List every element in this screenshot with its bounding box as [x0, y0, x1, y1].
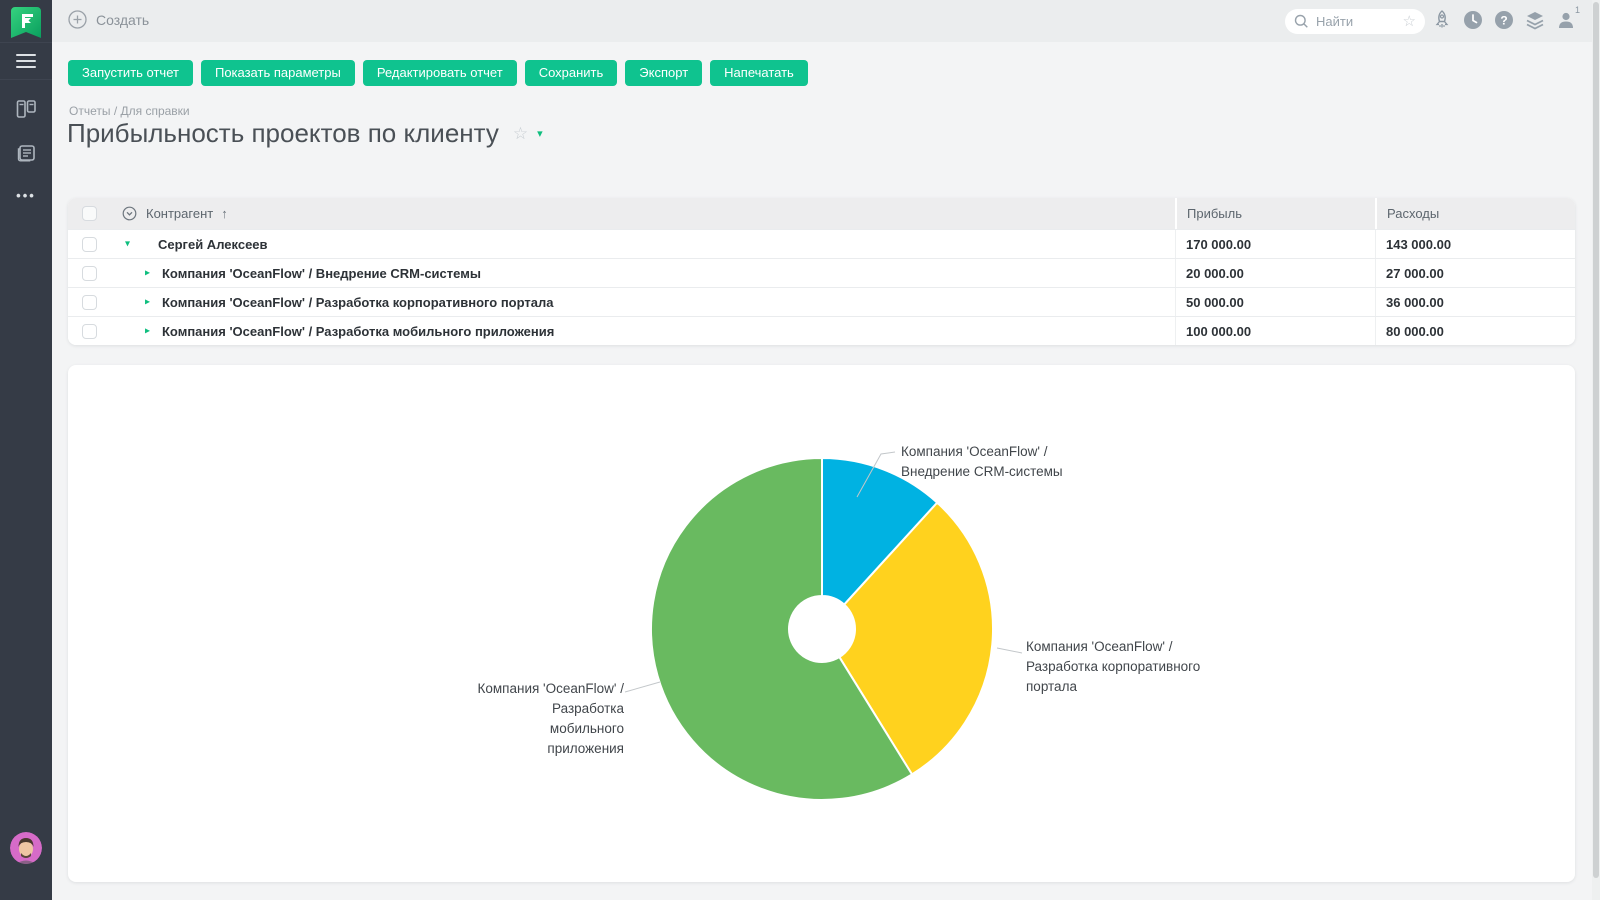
apps-layers-icon[interactable]	[1524, 7, 1546, 33]
page-title: Прибыльность проектов по клиенту	[67, 118, 499, 149]
scrollbar-thumb[interactable]	[1593, 2, 1599, 878]
table-header-row: Контрагент ↑ Прибыль Расходы	[68, 198, 1575, 229]
search-input[interactable]	[1316, 14, 1403, 29]
export-button[interactable]: Экспорт	[625, 60, 702, 86]
chart-label-portal: Компания 'OceanFlow' / Разработка корпор…	[1026, 637, 1200, 697]
app-logo-icon[interactable]	[9, 6, 43, 40]
top-bar: Создать ☆	[52, 0, 1600, 42]
sidebar: •••	[0, 0, 52, 900]
column-header-expenses[interactable]: Расходы	[1375, 198, 1575, 229]
select-all-checkbox[interactable]	[82, 206, 97, 221]
plus-circle-icon	[68, 10, 87, 29]
sidebar-item-news-feed[interactable]	[0, 138, 52, 168]
table-row[interactable]: ▸ Компания 'OceanFlow' / Разработка моби…	[68, 316, 1575, 345]
online-users-icon[interactable]: 1	[1555, 7, 1577, 33]
expand-row-icon[interactable]: ▸	[145, 296, 150, 307]
more-ellipsis-icon: •••	[16, 188, 36, 203]
profit-value: 100 000.00	[1175, 317, 1375, 345]
news-feed-icon	[15, 142, 37, 164]
expenses-value: 27 000.00	[1375, 259, 1575, 287]
sidebar-item-workspaces[interactable]	[0, 94, 52, 124]
report-toolbar: Запустить отчет Показать параметры Редак…	[68, 60, 808, 86]
rocket-icon[interactable]	[1431, 7, 1453, 33]
column-header-contractor[interactable]: Контрагент	[146, 206, 213, 221]
user-avatar[interactable]	[10, 832, 42, 864]
profit-value: 20 000.00	[1175, 259, 1375, 287]
row-checkbox[interactable]	[82, 295, 97, 310]
page-scrollbar	[1592, 0, 1600, 900]
expenses-value: 36 000.00	[1375, 288, 1575, 316]
page-title-row: Прибыльность проектов по клиенту ☆ ▾	[67, 118, 543, 149]
table-row[interactable]: ▸ Компания 'OceanFlow' / Внедрение CRM-с…	[68, 258, 1575, 287]
sort-ascending-icon: ↑	[221, 206, 228, 221]
menu-hamburger-icon[interactable]	[0, 42, 52, 80]
profit-value: 170 000.00	[1175, 230, 1375, 258]
create-label: Создать	[96, 12, 149, 28]
collapse-row-icon[interactable]: ▾	[125, 238, 130, 249]
expenses-value: 80 000.00	[1375, 317, 1575, 345]
favorite-star-icon[interactable]: ☆	[513, 124, 528, 144]
search-bar[interactable]: ☆	[1285, 9, 1425, 34]
project-name[interactable]: Компания 'OceanFlow' / Разработка мобиль…	[110, 324, 554, 339]
search-icon	[1294, 14, 1309, 29]
field-settings-icon[interactable]	[122, 206, 137, 221]
table-row[interactable]: ▾ Сергей Алексеев 170 000.00 143 000.00	[68, 229, 1575, 258]
profit-value: 50 000.00	[1175, 288, 1375, 316]
donut-svg	[646, 453, 998, 805]
expand-row-icon[interactable]: ▸	[145, 325, 150, 336]
save-button[interactable]: Сохранить	[525, 60, 618, 86]
expenses-value: 143 000.00	[1375, 230, 1575, 258]
chart-label-crm: Компания 'OceanFlow' / Внедрение CRM-сис…	[901, 442, 1063, 482]
column-header-profit[interactable]: Прибыль	[1175, 198, 1375, 229]
topbar-icon-cluster: ? 1	[1431, 7, 1577, 33]
chart-label-mobile: Компания 'OceanFlow' / Разработка мобиль…	[476, 679, 624, 759]
recent-activity-clock-icon[interactable]	[1462, 7, 1484, 33]
project-name[interactable]: Компания 'OceanFlow' / Разработка корпор…	[110, 295, 553, 310]
print-button[interactable]: Напечатать	[710, 60, 808, 86]
search-favorites-star-icon[interactable]: ☆	[1403, 14, 1416, 29]
breadcrumb[interactable]: Отчеты / Для справки	[69, 104, 190, 118]
report-table: Контрагент ↑ Прибыль Расходы ▾ Сергей Ал…	[68, 198, 1575, 345]
title-dropdown-caret-icon[interactable]: ▾	[537, 127, 543, 140]
profit-donut-chart: Компания 'OceanFlow' / Внедрение CRM-сис…	[68, 365, 1575, 882]
help-icon[interactable]: ?	[1493, 7, 1515, 33]
avatar-image	[10, 832, 42, 864]
create-button[interactable]: Создать	[68, 10, 149, 29]
row-checkbox[interactable]	[82, 237, 97, 252]
svg-text:?: ?	[1500, 13, 1507, 27]
online-users-count: 1	[1575, 5, 1580, 15]
edit-report-button[interactable]: Редактировать отчет	[363, 60, 517, 86]
table-row[interactable]: ▸ Компания 'OceanFlow' / Разработка корп…	[68, 287, 1575, 316]
run-report-button[interactable]: Запустить отчет	[68, 60, 193, 86]
workspaces-icon	[15, 98, 37, 120]
project-name[interactable]: Компания 'OceanFlow' / Внедрение CRM-сис…	[110, 266, 481, 281]
expand-row-icon[interactable]: ▸	[145, 267, 150, 278]
sidebar-item-more[interactable]: •••	[0, 180, 52, 210]
show-parameters-button[interactable]: Показать параметры	[201, 60, 355, 86]
main-content: Запустить отчет Показать параметры Редак…	[52, 42, 1600, 900]
row-checkbox[interactable]	[82, 324, 97, 339]
contractor-name[interactable]: Сергей Алексеев	[110, 237, 268, 252]
row-checkbox[interactable]	[82, 266, 97, 281]
